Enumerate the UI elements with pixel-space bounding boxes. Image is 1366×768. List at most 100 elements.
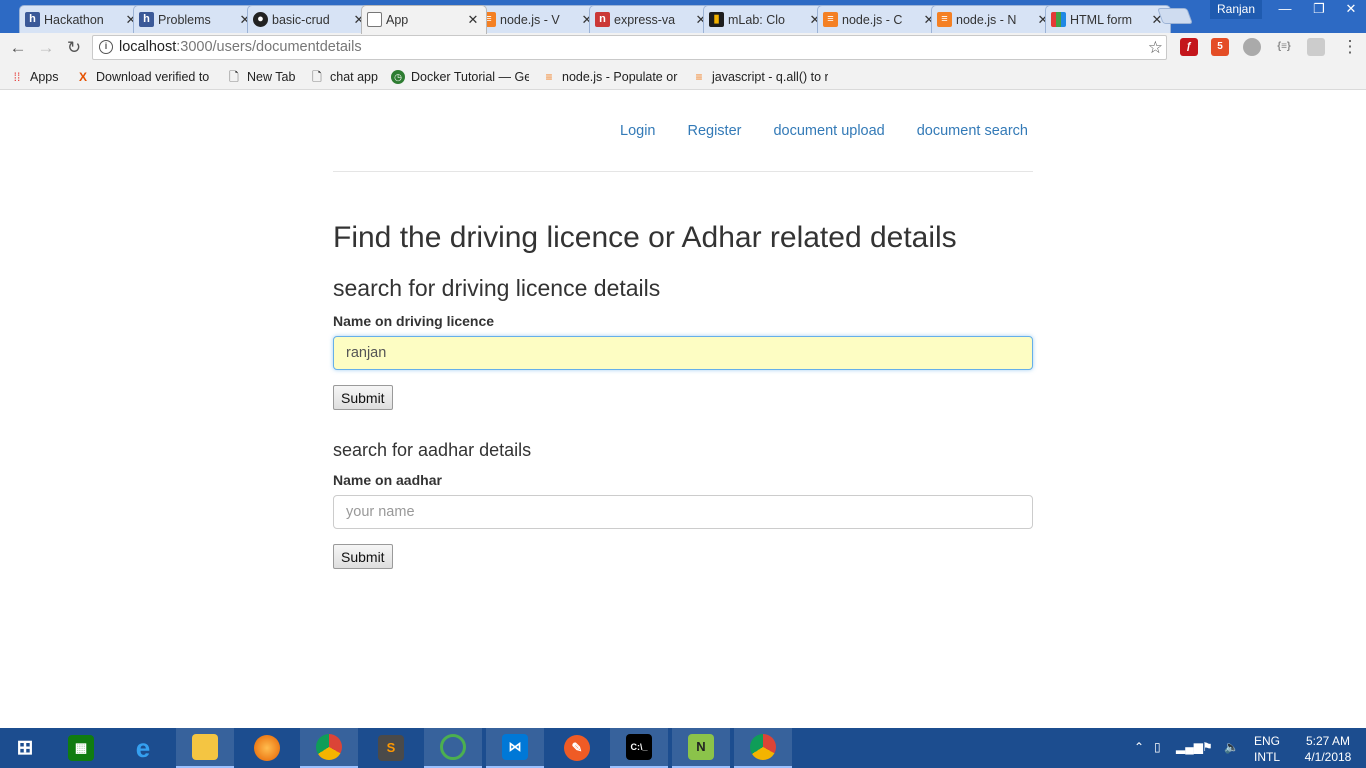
tab-title: node.js - N: [956, 12, 1017, 27]
chrome-glyph-icon: [316, 734, 342, 760]
licence-submit-button[interactable]: Submit: [333, 385, 393, 410]
tab-title: App: [386, 13, 409, 27]
back-icon[interactable]: ←: [7, 37, 29, 59]
tab-title: mLab: Clo: [728, 12, 785, 27]
battery-icon[interactable]: ▯: [1154, 740, 1161, 754]
tab-title: express-va: [614, 12, 676, 27]
forward-icon[interactable]: →: [35, 37, 57, 59]
globe-icon[interactable]: [1243, 38, 1261, 56]
top-nav: Login Register document upload document …: [620, 123, 1060, 139]
aadhar-name-label: Name on aadhar: [333, 472, 442, 488]
page-icon: 🗋: [229, 70, 239, 84]
url-path: :3000/users/documentdetails: [176, 39, 362, 55]
bookmark-item[interactable]: ≡ javascript - q.all() to r: [692, 68, 828, 86]
file-explorer-icon[interactable]: [176, 728, 234, 768]
browser-tab[interactable]: h Hackathon ✕: [19, 5, 145, 33]
flag-icon[interactable]: ⚑: [1202, 740, 1213, 754]
apps-grid-icon: ⁞⁞: [13, 70, 21, 84]
restore-icon[interactable]: ❐: [1302, 0, 1336, 20]
stackoverflow-icon: ≡: [937, 12, 952, 27]
cmd-glyph-icon: C:\_: [626, 734, 652, 760]
postman-icon[interactable]: ✎: [548, 728, 606, 768]
windows-start-icon[interactable]: ⊞: [0, 728, 50, 768]
menu-icon[interactable]: ⋮: [1339, 36, 1361, 58]
browser-tab[interactable]: ≡ node.js - N ✕: [931, 5, 1057, 33]
reload-icon[interactable]: ↻: [63, 37, 85, 59]
page-content: Login Register document upload document …: [0, 91, 1366, 728]
ie-glyph-icon: e: [135, 733, 151, 763]
bookmark-star-icon[interactable]: ☆: [1148, 36, 1163, 59]
browser-tab[interactable]: ● basic-crud ✕: [247, 5, 373, 33]
language-indicator[interactable]: ENG INTL: [1254, 733, 1280, 765]
bookmark-item[interactable]: 🗋 chat app: [310, 68, 378, 86]
vscode-icon[interactable]: ⋈: [486, 728, 544, 768]
app-icon[interactable]: [424, 728, 482, 768]
stackoverflow-icon: ≡: [823, 12, 838, 27]
minimize-icon[interactable]: —: [1268, 0, 1302, 20]
notepad-plus-icon[interactable]: N: [672, 728, 730, 768]
volume-icon[interactable]: 🔈: [1224, 740, 1239, 754]
bookmark-label: node.js - Populate or: [562, 70, 678, 84]
chrome-icon[interactable]: [300, 728, 358, 768]
extension-icon[interactable]: [1307, 38, 1325, 56]
aadhar-heading: search for aadhar details: [333, 440, 532, 460]
bookmark-label: Docker Tutorial — Ge: [411, 70, 529, 84]
bookmark-item[interactable]: 🗋 New Tab: [227, 68, 295, 86]
tab-title: Hackathon: [44, 12, 104, 27]
tab-title: basic-crud: [272, 12, 330, 27]
tab-strip: h Hackathon ✕ h Problems ✕ ● basic-crud …: [0, 0, 1366, 34]
new-tab-button[interactable]: [1157, 8, 1193, 24]
clock[interactable]: 5:27 AM 4/1/2018: [1298, 733, 1358, 765]
browser-tab[interactable]: ▮ mLab: Clo ✕: [703, 5, 829, 33]
licence-heading: search for driving licence details: [333, 275, 661, 301]
sublime-text-icon[interactable]: S: [362, 728, 420, 768]
cmd-icon[interactable]: C:\_: [610, 728, 668, 768]
browser-tab-active[interactable]: App ✕: [361, 5, 487, 34]
address-bar[interactable]: i localhost:3000/users/documentdetails ☆: [92, 35, 1167, 60]
mlab-icon: ▮: [709, 12, 724, 27]
npm-icon: n: [595, 12, 610, 27]
x-icon: X: [78, 70, 87, 84]
json-viewer-icon[interactable]: {≡}: [1275, 38, 1293, 56]
postman-glyph-icon: ✎: [564, 735, 590, 761]
firefox-glyph-icon: [254, 735, 280, 761]
header-divider: [333, 171, 1033, 172]
browser-tab[interactable]: ≡ node.js - V ✕: [475, 5, 601, 33]
lang-bottom: INTL: [1254, 750, 1281, 764]
nav-register[interactable]: Register: [687, 123, 741, 139]
ring-glyph-icon: [440, 734, 466, 760]
tray-expand-icon[interactable]: ⌃: [1134, 740, 1144, 754]
firefox-icon[interactable]: [238, 728, 296, 768]
store-icon[interactable]: ▦: [52, 728, 110, 768]
licence-name-label: Name on driving licence: [333, 313, 495, 329]
chrome-glyph-icon: [750, 734, 776, 760]
wifi-icon[interactable]: ▂▄▆: [1176, 740, 1203, 754]
flash-icon[interactable]: ƒ: [1180, 38, 1198, 56]
internet-explorer-icon[interactable]: e: [114, 728, 172, 768]
notepad-glyph-icon: N: [688, 734, 714, 760]
windows-logo-icon: ⊞: [16, 737, 34, 759]
bookmark-item[interactable]: ≡ node.js - Populate or: [542, 68, 678, 86]
licence-name-input[interactable]: [333, 336, 1033, 370]
browser-tab[interactable]: ≡ node.js - C ✕: [817, 5, 943, 33]
profile-button[interactable]: Ranjan: [1210, 0, 1262, 19]
bookmark-label: chat app: [330, 70, 378, 84]
hackerearth-icon: h: [25, 12, 40, 27]
html5-icon[interactable]: 5: [1211, 38, 1229, 56]
close-icon[interactable]: ✕: [466, 12, 480, 28]
bookmark-item[interactable]: ◷ Docker Tutorial — Ge: [391, 68, 529, 86]
aadhar-submit-button[interactable]: Submit: [333, 544, 393, 569]
nav-document-search[interactable]: document search: [917, 123, 1028, 139]
nav-document-upload[interactable]: document upload: [773, 123, 884, 139]
info-icon[interactable]: i: [99, 40, 113, 54]
nav-login[interactable]: Login: [620, 123, 655, 139]
aadhar-name-input[interactable]: [333, 495, 1033, 529]
bookmark-item[interactable]: X Download verified to: [76, 68, 211, 86]
close-window-icon[interactable]: ✕: [1336, 0, 1366, 20]
browser-tab[interactable]: HTML form ✕: [1045, 5, 1171, 33]
browser-tab[interactable]: h Problems ✕: [133, 5, 259, 33]
browser-tab[interactable]: n express-va ✕: [589, 5, 715, 33]
chrome-icon[interactable]: [734, 728, 792, 768]
page-icon: 🗋: [312, 70, 322, 84]
bookmark-apps[interactable]: ⁞⁞ Apps: [10, 68, 59, 86]
